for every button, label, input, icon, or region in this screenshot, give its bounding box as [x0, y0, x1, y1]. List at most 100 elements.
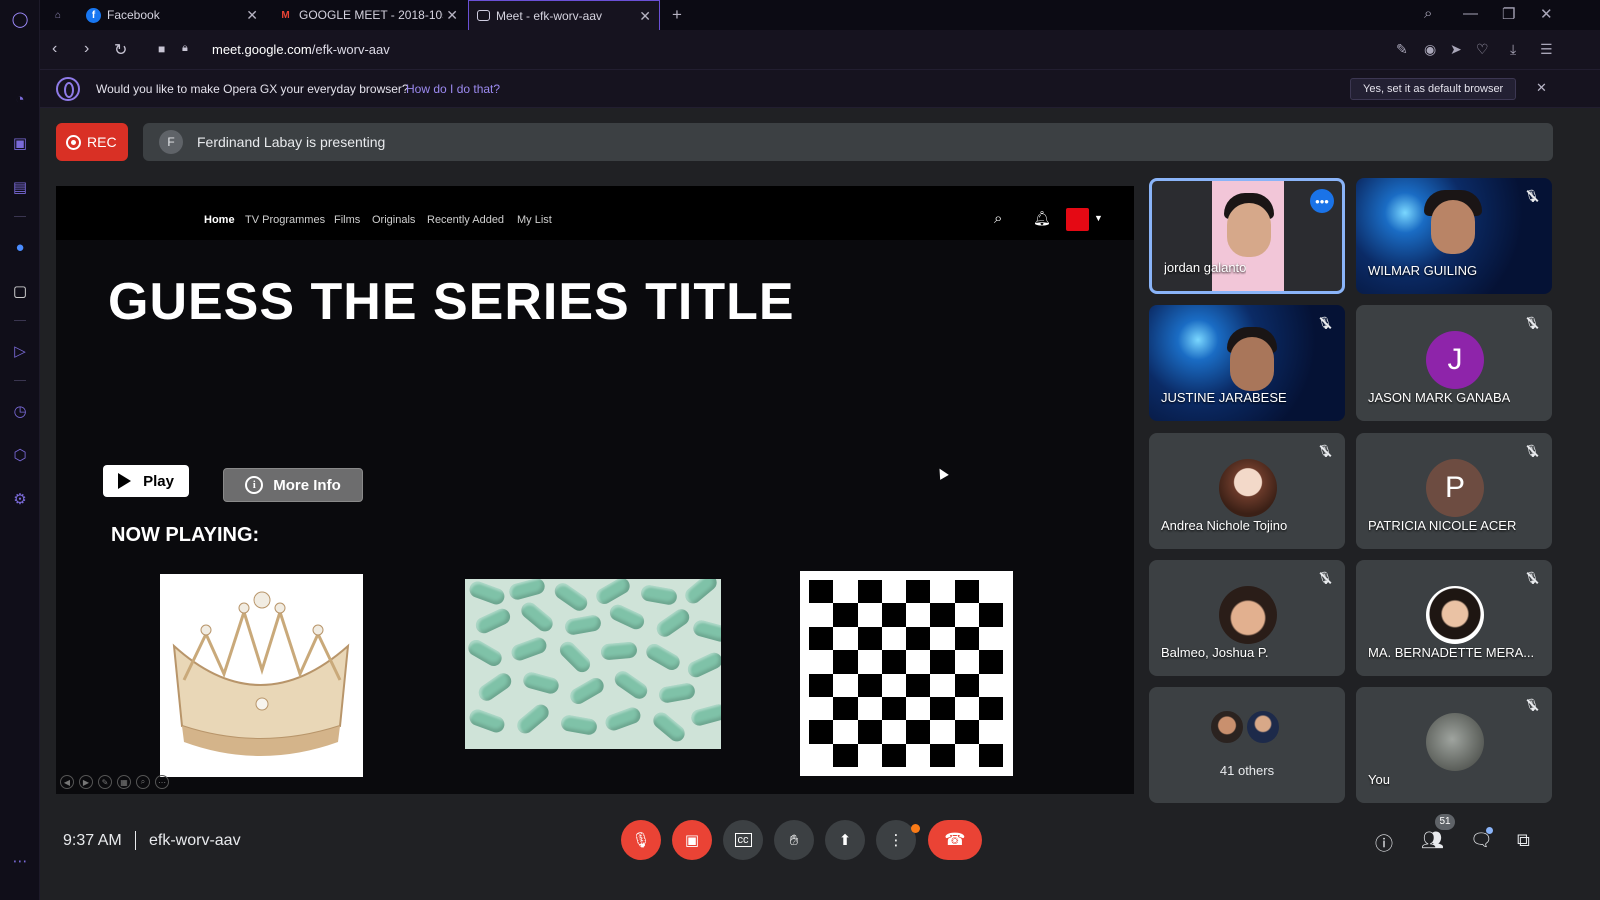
recording-indicator[interactable]: REC: [56, 123, 128, 161]
activities-icon[interactable]: ⧉: [1517, 830, 1530, 851]
camera-icon[interactable]: ■: [158, 42, 165, 56]
default-browser-infobar: Would you like to make Opera GX your eve…: [40, 70, 1600, 108]
infobar-close-icon[interactable]: ✕: [1536, 80, 1547, 96]
tab-facebook[interactable]: f Facebook ✕: [78, 0, 266, 30]
caret-down-icon: ▼: [1094, 213, 1103, 223]
camera-off-icon: ▣: [684, 832, 700, 849]
participant-tile-bernadette[interactable]: 🎙︎ MA. BERNADETTE MERA...: [1356, 560, 1552, 676]
tab-meet[interactable]: Meet - efk-worv-aav ✕: [468, 0, 660, 30]
pen-icon[interactable]: ✎: [98, 775, 112, 789]
info-icon[interactable]: ⓘ: [1375, 830, 1393, 856]
reload-icon[interactable]: ↻: [114, 40, 127, 60]
nav-home: Home: [204, 214, 235, 226]
slides-grid-icon[interactable]: ▦: [117, 775, 131, 789]
restore-icon[interactable]: ❐: [1502, 5, 1515, 23]
close-tab-icon[interactable]: ✕: [639, 8, 651, 25]
infobar-help-link[interactable]: How do I do that?: [406, 82, 500, 96]
settings-icon[interactable]: ⚙: [9, 488, 31, 510]
close-tab-icon[interactable]: ✕: [246, 7, 258, 24]
prev-slide-icon[interactable]: ◀: [60, 775, 74, 789]
leave-call-button[interactable]: ☎︎: [928, 820, 982, 860]
info-icon: i: [245, 476, 264, 494]
avatar: [1426, 713, 1484, 771]
notification-dot: [911, 824, 920, 833]
meeting-code: efk-worv-aav: [149, 832, 241, 849]
close-window-icon[interactable]: ✕: [1540, 5, 1553, 23]
sidebar-more-icon[interactable]: ⋯: [9, 850, 31, 872]
participant-tile-balmeo[interactable]: 🎙︎ Balmeo, Joshua P.: [1149, 560, 1345, 676]
messenger-icon[interactable]: ●: [9, 236, 31, 258]
people-icon[interactable]: 👥︎: [1421, 830, 1444, 851]
record-icon: [66, 134, 81, 150]
tab-gmail[interactable]: M GOOGLE MEET - 2018-1059 ✕: [270, 0, 466, 30]
zoom-icon[interactable]: ⌕: [136, 775, 150, 789]
others-count: 41 others: [1219, 763, 1275, 778]
easy-setup-icon[interactable]: ☰: [1540, 41, 1553, 58]
nav-originals: Originals: [372, 214, 416, 226]
now-playing-heading: NOW PLAYING:: [111, 524, 260, 546]
participant-tile-justine[interactable]: 🎙︎ JUSTINE JARABESE: [1149, 305, 1345, 421]
mic-off-icon: 🎙︎: [1317, 444, 1333, 458]
snapshot-edit-icon[interactable]: ✎: [1396, 41, 1408, 58]
opera-logo-icon[interactable]: ◯: [9, 8, 31, 30]
download-icon[interactable]: ⤓: [1510, 41, 1516, 58]
more-vert-icon: ⋮: [888, 832, 904, 849]
checkerboard-image: [800, 571, 1013, 776]
camera-toggle-button[interactable]: ▣: [672, 820, 712, 860]
participant-tile-patricia[interactable]: P 🎙︎ PATRICIA NICOLE ACER: [1356, 433, 1552, 549]
participant-name: WILMAR GUILING: [1368, 263, 1478, 278]
tab-mirror[interactable]: ⌂: [46, 0, 76, 30]
extensions-icon[interactable]: ⬡: [9, 444, 31, 466]
participant-tile-jason[interactable]: J 🎙︎ JASON MARK GANABA: [1356, 305, 1552, 421]
meet-icon: [477, 10, 490, 21]
twitch-icon[interactable]: ▤: [9, 176, 31, 198]
speed-dial-icon[interactable]: ◔: [9, 88, 31, 110]
shared-screen[interactable]: Home TV Programmes Films Originals Recen…: [56, 186, 1134, 794]
avatar: P: [1426, 459, 1484, 517]
infobar-message: Would you like to make Opera GX your eve…: [96, 82, 409, 96]
checkerboard-grid: [809, 580, 1003, 767]
participant-tile-wilmar[interactable]: 🎙︎ WILMAR GUILING: [1356, 178, 1552, 294]
player-icon[interactable]: ▷: [9, 340, 31, 362]
avatar: [1219, 459, 1277, 517]
back-icon[interactable]: ‹: [52, 40, 57, 58]
more-options-icon[interactable]: ⋯: [155, 775, 169, 789]
presenter-avatar: F: [159, 130, 183, 154]
slideshow-controls: ◀ ▶ ✎ ▦ ⌕ ⋯: [60, 775, 169, 789]
snapshot-icon[interactable]: ◉: [1424, 41, 1436, 58]
tab-label: GOOGLE MEET - 2018-1059: [299, 8, 443, 22]
participant-tile-others[interactable]: 41 others: [1149, 687, 1345, 803]
heart-icon[interactable]: ♡: [1476, 41, 1489, 58]
mic-off-icon: 🎙︎: [1524, 189, 1540, 203]
presenting-text: Ferdinand Labay is presenting: [197, 134, 386, 150]
bell-icon: 🔔︎: [1033, 210, 1051, 226]
minimize-icon[interactable]: —: [1463, 5, 1478, 22]
play-label: Play: [143, 472, 174, 490]
presenting-banner: F Ferdinand Labay is presenting: [143, 123, 1553, 161]
history-icon[interactable]: ◷: [9, 400, 31, 422]
set-default-button[interactable]: Yes, set it as default browser: [1350, 78, 1517, 100]
forward-icon[interactable]: ›: [84, 40, 89, 58]
url-path: /efk-worv-aav: [311, 42, 390, 57]
sidebar-separator: [14, 216, 26, 217]
discord-icon[interactable]: ▢: [9, 280, 31, 302]
send-icon[interactable]: ➤: [1450, 41, 1462, 58]
lock-icon[interactable]: 🔒︎: [182, 42, 188, 55]
more-options-icon[interactable]: •••: [1310, 189, 1334, 213]
gx-corner-icon[interactable]: ▣: [9, 132, 31, 154]
participant-tile-you[interactable]: 🎙︎ You: [1356, 687, 1552, 803]
participant-tile-andrea[interactable]: 🎙︎ Andrea Nichole Tojino: [1149, 433, 1345, 549]
present-button[interactable]: ⬆: [825, 820, 865, 860]
participant-tile-jordan[interactable]: ••• jordan galanto: [1149, 178, 1345, 294]
tab-label: Meet - efk-worv-aav: [496, 8, 603, 23]
close-tab-icon[interactable]: ✕: [446, 7, 458, 24]
raise-hand-button[interactable]: ✋︎: [774, 820, 814, 860]
mic-toggle-button[interactable]: 🎙︎: [621, 820, 661, 860]
url-field[interactable]: meet.google.com/efk-worv-aav: [212, 42, 390, 57]
captions-button[interactable]: cc: [723, 820, 763, 860]
next-slide-icon[interactable]: ▶: [79, 775, 93, 789]
participant-name: MA. BERNADETTE MERA...: [1368, 645, 1535, 660]
new-tab-button[interactable]: +: [664, 0, 686, 30]
search-tabs-icon[interactable]: ⌕: [1424, 5, 1432, 22]
more-options-button[interactable]: ⋮: [876, 820, 916, 860]
